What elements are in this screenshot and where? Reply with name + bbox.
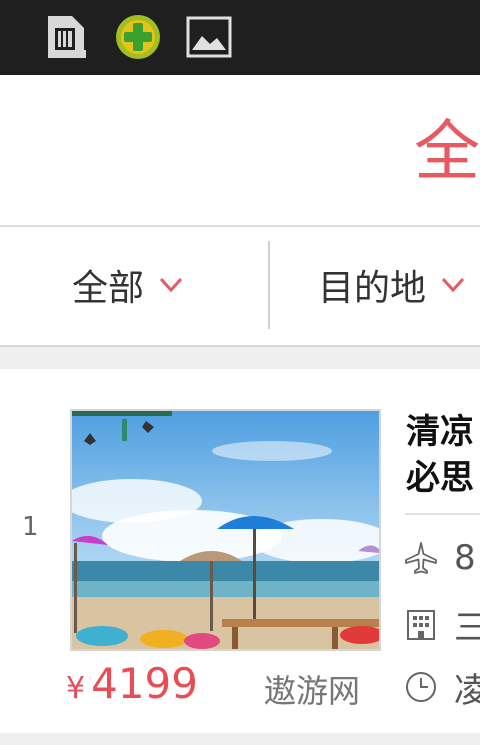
time-text: 凌 [454, 670, 480, 711]
filter-divider [268, 241, 270, 329]
list-item[interactable]: 1 ¥ 4199 遨游网 清凉 必思 8 三 凌 [0, 369, 480, 733]
filter-all-label: 全部 [72, 268, 145, 309]
info-row-time: 凌 [404, 667, 480, 711]
source-label: 遨游网 [264, 672, 361, 710]
360-security-icon [116, 15, 160, 59]
info-row-hotel: 三 [404, 604, 480, 648]
status-bar [0, 0, 480, 75]
filter-bar: 全部 目的地 [0, 227, 480, 347]
chevron-down-icon [159, 277, 183, 293]
price-currency: ¥ [66, 671, 86, 706]
beach-umbrellas-image [72, 411, 379, 649]
info-divider [405, 513, 480, 515]
section-gap [0, 347, 480, 369]
price-value: 4199 [91, 659, 198, 708]
section-gap [0, 733, 480, 745]
page-header: 全 [0, 75, 480, 227]
image-icon [186, 16, 232, 58]
listing-title[interactable]: 清凉 必思 [406, 409, 480, 501]
airplane-icon [405, 542, 437, 574]
hotel-icon [407, 610, 435, 640]
rank-number: 1 [22, 512, 39, 542]
chevron-down-icon [441, 277, 465, 293]
flight-text: 8 [454, 538, 476, 578]
filter-all-dropdown[interactable]: 全部 [72, 260, 184, 310]
filter-destination-label: 目的地 [318, 268, 427, 309]
info-row-flight: 8 [404, 538, 476, 578]
sim-card-icon [48, 16, 86, 58]
clock-icon [406, 672, 436, 702]
hotel-text: 三 [454, 607, 480, 648]
price: ¥4199 [66, 659, 198, 708]
filter-destination-dropdown[interactable]: 目的地 [318, 260, 466, 310]
header-title: 全 [414, 113, 480, 190]
listing-photo[interactable] [70, 409, 381, 651]
